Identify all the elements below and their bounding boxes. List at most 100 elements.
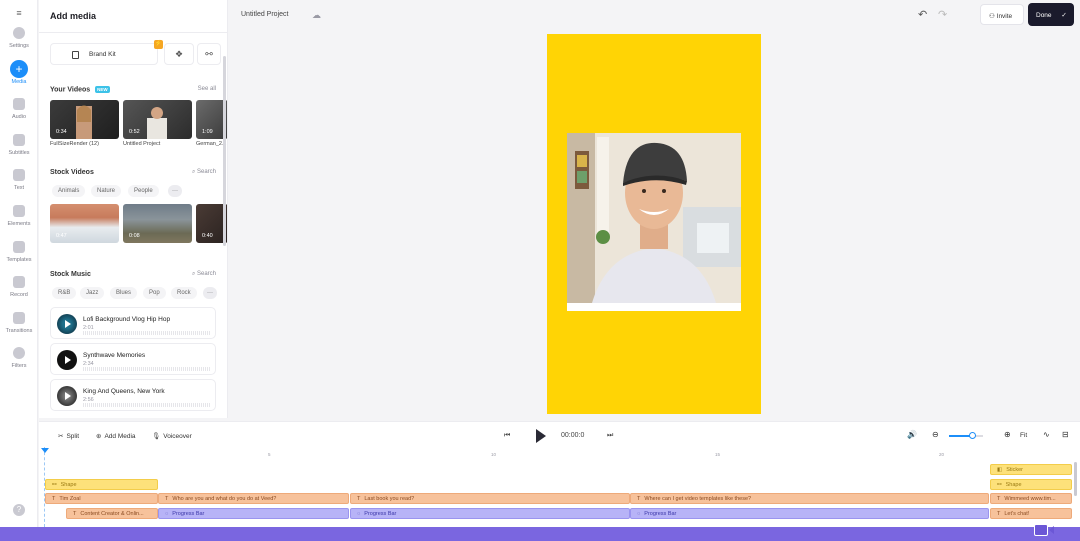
stock-video-thumb[interactable]: 0:08 xyxy=(123,204,192,243)
redo-icon[interactable]: ↷ xyxy=(938,8,947,21)
rail-item-audio[interactable]: Audio xyxy=(0,98,38,130)
timeline-clip-text[interactable]: T Where can I get video templates like th… xyxy=(630,493,989,504)
timeline-clip-text[interactable]: T Last book you read? xyxy=(350,493,630,504)
top-bar: Untitled Project ☁ ↶ ↷ ⚇ Invite Done ✓ xyxy=(229,0,1080,30)
skip-forward-icon[interactable]: ⏭ xyxy=(607,432,613,440)
timeline-clip-sticker[interactable]: ◧ Sticker xyxy=(990,464,1072,475)
music-track[interactable]: Lofi Background Vlog Hip Hop 2:01 xyxy=(50,307,216,339)
timeline-clip-text[interactable]: T Tim Zoal xyxy=(45,493,158,504)
split-button[interactable]: ✂ Split xyxy=(58,432,79,440)
stock-videos-search[interactable]: ⌕ Search xyxy=(192,169,216,176)
zoom-out-icon[interactable]: ⊖ xyxy=(932,430,939,439)
fit-button[interactable]: Fit xyxy=(1020,432,1027,439)
your-video-thumb[interactable]: 0:52 xyxy=(123,100,192,139)
video-duration: 0:40 xyxy=(202,233,213,239)
dropbox-button[interactable]: ❖ xyxy=(164,43,194,65)
waveform xyxy=(83,331,211,335)
video-layer[interactable] xyxy=(567,133,741,311)
bottom-strip xyxy=(0,527,1080,541)
link-button[interactable]: ⚯ xyxy=(197,43,221,65)
chip-nature[interactable]: Nature xyxy=(91,185,122,197)
timeline-clip-progress[interactable]: ◌ Progress Bar xyxy=(630,508,989,519)
timeline-clip-text[interactable]: T Let's chat! xyxy=(990,508,1072,519)
clip-label: Last book you read? xyxy=(364,496,415,502)
rail-item-media[interactable]: + Media xyxy=(0,60,38,92)
waveform xyxy=(83,367,211,371)
timeline-clip-text[interactable]: T Content Creator & Onlin... xyxy=(66,508,158,519)
zoom-in-icon[interactable]: ⊕ xyxy=(1004,430,1011,439)
stock-video-thumb[interactable]: 0:47 xyxy=(50,204,119,243)
link-icon: ⚯ xyxy=(205,49,213,59)
clip-label: Let's chat! xyxy=(1004,511,1030,517)
rail-item-templates[interactable]: Templates xyxy=(0,241,38,273)
chip-rnb[interactable]: R&B xyxy=(52,287,77,299)
music-track[interactable]: King And Queens, New York 2:56 xyxy=(50,379,216,411)
more-chips-button[interactable]: ··· xyxy=(203,287,217,299)
rail-item-elements[interactable]: Elements xyxy=(0,205,38,237)
video-duration: 1:09 xyxy=(202,129,213,135)
more-chips-button[interactable]: ··· xyxy=(168,185,182,197)
rail-item-subtitles[interactable]: Subtitles xyxy=(0,134,38,166)
help-icon[interactable]: ? xyxy=(13,504,25,516)
play-track-button[interactable] xyxy=(57,386,77,406)
rail-item-text[interactable]: Text xyxy=(0,169,38,201)
timeline-clip-text[interactable]: T Who are you and what do you do at Veed? xyxy=(158,493,349,504)
timeline-clip-shape[interactable]: ⚯ Shape xyxy=(990,479,1072,490)
voiceover-button[interactable]: 🎙 Voiceover xyxy=(152,432,192,440)
your-video-thumb[interactable]: 0:34 xyxy=(50,100,119,139)
project-name[interactable]: Untitled Project xyxy=(241,11,288,18)
rail-item-transitions[interactable]: Transitions xyxy=(0,312,38,344)
track-title: Synthwave Memories xyxy=(83,352,146,359)
timeline-scrollbar[interactable] xyxy=(1074,462,1077,496)
invite-button[interactable]: ⚇ Invite xyxy=(980,4,1024,25)
music-track[interactable]: Synthwave Memories 2:34 xyxy=(50,343,216,375)
add-media-button[interactable]: ⊕ Add Media xyxy=(96,432,136,440)
chip-pop[interactable]: Pop xyxy=(143,287,166,299)
timeline-clip-shape[interactable]: ⚯ Shape xyxy=(45,479,158,490)
timeline-tracks[interactable]: 5 10 15 20 ⚯ Shape T Tim Zoal T Who are you… xyxy=(39,447,1080,527)
panel-scrollbar[interactable] xyxy=(223,56,226,246)
play-track-button[interactable] xyxy=(57,314,77,334)
clip-label: Wimmeed www.tim... xyxy=(1004,496,1056,502)
timeline-clip-text[interactable]: T Wimmeed www.tim... xyxy=(990,493,1072,504)
playhead[interactable] xyxy=(44,447,45,527)
rail-label-templates: Templates xyxy=(6,257,32,263)
chip-rock[interactable]: Rock xyxy=(171,287,197,299)
chip-blues[interactable]: Blues xyxy=(110,287,138,299)
timeline-clip-progress[interactable]: ◌ Progress Bar xyxy=(350,508,630,519)
chip-people[interactable]: People xyxy=(128,185,159,197)
playhead-handle[interactable] xyxy=(41,448,49,453)
camera-icon[interactable] xyxy=(1034,524,1048,536)
chip-jazz[interactable]: Jazz xyxy=(80,287,105,299)
link-icon: ⚯ xyxy=(52,482,57,488)
brand-kit-button[interactable]: Brand Kit ⚡ xyxy=(50,40,163,65)
menu-icon[interactable]: ≡ xyxy=(13,8,25,18)
zoom-slider[interactable] xyxy=(949,435,983,437)
brand-kit-icon xyxy=(72,51,79,59)
rail-item-record[interactable]: Record xyxy=(0,276,38,308)
rail-item-filters[interactable]: Filters xyxy=(0,347,38,379)
microphone-icon: 🎙 xyxy=(152,433,161,440)
clip-label: Progress Bar xyxy=(364,511,397,517)
cloud-save-icon: ☁ xyxy=(312,10,321,20)
done-button[interactable]: Done ✓ xyxy=(1028,3,1074,26)
panel-title: Add media xyxy=(50,11,97,21)
timeline-clip-progress[interactable]: ◌ Progress Bar xyxy=(158,508,349,519)
clip-label: Sticker xyxy=(1006,467,1024,473)
stock-music-search[interactable]: ⌕ Search xyxy=(192,271,216,278)
waveform-toggle-icon[interactable]: ∿ xyxy=(1043,430,1050,439)
zoom-slider-thumb[interactable] xyxy=(969,432,976,439)
undo-icon[interactable]: ↶ xyxy=(918,8,927,21)
play-button[interactable] xyxy=(536,429,546,443)
play-track-button[interactable] xyxy=(57,350,77,370)
volume-icon[interactable]: 🔊 xyxy=(907,430,917,439)
left-rail: ≡ Settings + Media Audio Subtitles Text … xyxy=(0,0,38,527)
caption-toggle-icon[interactable]: ⊟ xyxy=(1062,430,1069,439)
skip-back-icon[interactable]: ⏮ xyxy=(504,432,510,440)
rail-item-settings[interactable]: Settings xyxy=(0,27,38,59)
veed-editor: ≡ Settings + Media Audio Subtitles Text … xyxy=(0,0,1080,541)
chip-animals[interactable]: Animals xyxy=(52,185,86,197)
see-all-link[interactable]: See all xyxy=(198,86,216,92)
rail-label-settings: Settings xyxy=(9,43,29,49)
invite-label: Invite xyxy=(996,13,1013,20)
